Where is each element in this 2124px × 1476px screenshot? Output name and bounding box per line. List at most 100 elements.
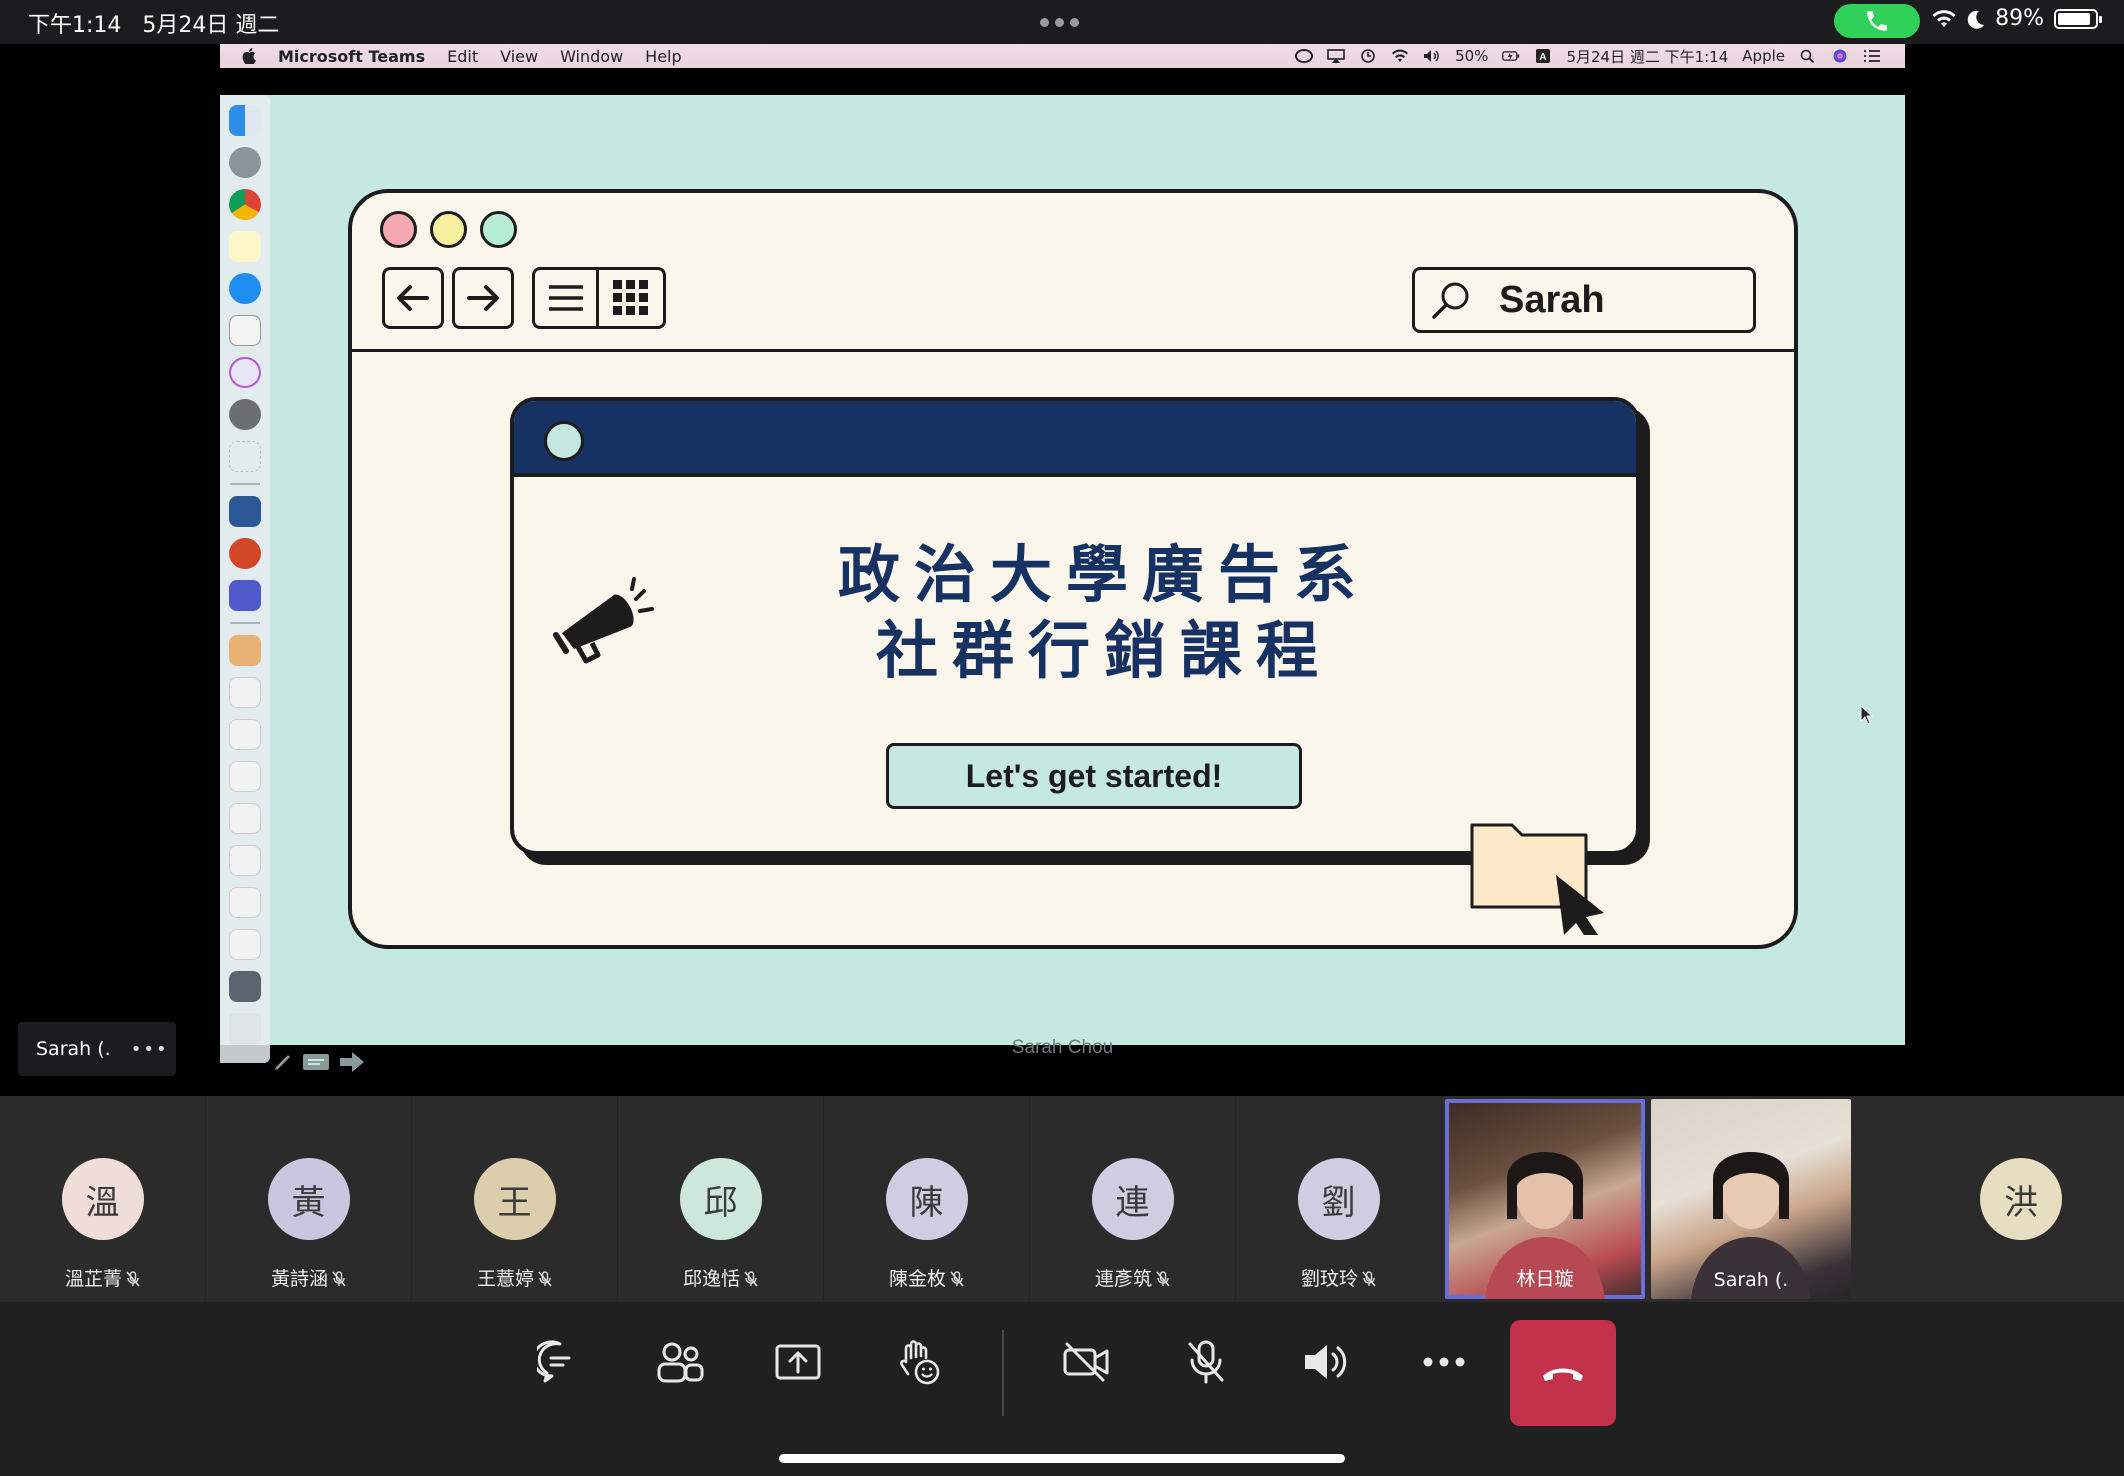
textedit-icon[interactable]: [229, 315, 261, 346]
presenter-name-tag[interactable]: Sarah (. •••: [18, 1022, 176, 1076]
mac-wifi-icon[interactable]: [1391, 49, 1409, 63]
participant-tile[interactable]: 溫溫芷菁: [0, 1096, 206, 1302]
mac-user-name[interactable]: Apple: [1742, 47, 1785, 65]
participant-tile[interactable]: 連連彥筑: [1030, 1096, 1236, 1302]
course-title: 政治大學廣告系 社群行銷課程: [814, 537, 1394, 689]
muted-mic-icon: [1362, 1271, 1376, 1287]
volume-icon[interactable]: [1423, 49, 1441, 63]
forward-arrow-icon: [452, 267, 514, 329]
grid-view-icon: [599, 270, 663, 326]
app-store-icon[interactable]: [229, 273, 261, 304]
participant-avatar: 邱: [679, 1158, 762, 1240]
document-thumbnail-icon[interactable]: [229, 719, 261, 750]
more-actions-button[interactable]: [1404, 1322, 1484, 1402]
chat-button[interactable]: [520, 1322, 600, 1402]
minimize-dot: [430, 211, 467, 248]
window-traffic-lights: [380, 211, 517, 248]
word-icon[interactable]: [229, 496, 261, 527]
notification-center-icon[interactable]: [1863, 49, 1881, 63]
teams-icon[interactable]: [229, 580, 261, 611]
ios-status-bar: 下午1:14 5月24日 週二 89%: [0, 0, 2124, 44]
participant-name: 黃詩涵: [270, 1268, 328, 1290]
participant-tile[interactable]: 陳陳金枚: [824, 1096, 1030, 1302]
participant-name: 劉玟玲: [1300, 1268, 1358, 1290]
menu-help[interactable]: Help: [645, 47, 681, 66]
document-thumbnail-icon[interactable]: [229, 845, 261, 876]
menu-edit[interactable]: Edit: [447, 47, 478, 66]
mac-battery-icon[interactable]: [1502, 49, 1520, 63]
course-title-line1: 政治大學廣告系: [837, 538, 1370, 611]
photo-thumbnail-icon[interactable]: [229, 635, 261, 666]
siri-icon[interactable]: [1831, 49, 1849, 63]
reactions-button[interactable]: [878, 1322, 958, 1402]
menu-app-name[interactable]: Microsoft Teams: [278, 47, 425, 66]
video-tile[interactable]: 林日璇: [1442, 1096, 1648, 1302]
muted-mic-icon: [126, 1271, 140, 1287]
participant-avatar: 洪: [1980, 1158, 2062, 1240]
view-toggle-group: [532, 267, 666, 329]
document-thumbnail-icon[interactable]: [229, 887, 261, 918]
status-date-text: 5月24日 週二: [142, 13, 280, 38]
share-screen-button[interactable]: [758, 1322, 838, 1402]
participant-name-row: 黃詩涵: [206, 1264, 411, 1291]
menu-view[interactable]: View: [500, 47, 538, 66]
mac-menu-bar: Microsoft Teams Edit View Window Help 50…: [220, 44, 1905, 68]
chrome-icon[interactable]: [229, 189, 261, 220]
participant-name: 溫芷菁: [64, 1268, 122, 1290]
mac-datetime[interactable]: 5月24日 週二 下午1:14: [1566, 46, 1728, 67]
title-card: 政治大學廣告系 社群行銷課程 Let's get started!: [510, 397, 1640, 855]
participants-button[interactable]: [640, 1322, 720, 1402]
dock-separator-2: [230, 622, 260, 624]
powerpoint-icon[interactable]: [229, 538, 261, 569]
spotlight-search-icon[interactable]: [1799, 49, 1817, 63]
moon-icon: [1967, 10, 1985, 29]
raise-hand-emoji-icon: [900, 1340, 940, 1385]
battery-icon: [2054, 8, 2102, 29]
camera-toggle-button[interactable]: [1046, 1322, 1126, 1402]
participant-tile[interactable]: 劉劉玟玲: [1236, 1096, 1442, 1302]
creative-cloud-icon[interactable]: [1295, 49, 1314, 63]
apple-logo-icon[interactable]: [242, 48, 256, 64]
menu-window[interactable]: Window: [560, 47, 623, 66]
document-thumbnail-icon[interactable]: [229, 677, 261, 708]
participant-name-row: 連彥筑: [1030, 1264, 1235, 1291]
share-tray-icon: [775, 1344, 821, 1380]
multitasking-dots-icon[interactable]: [1040, 18, 1079, 27]
participant-video: Sarah (.: [1651, 1099, 1851, 1299]
title-card-header: [514, 401, 1636, 477]
photo-thumbnail-icon[interactable]: [229, 971, 261, 1002]
airplay-icon[interactable]: [1327, 49, 1345, 63]
participant-name-row: 陳金枚: [824, 1264, 1029, 1291]
document-thumbnail-icon[interactable]: [229, 929, 261, 960]
participant-tile[interactable]: 洪: [1918, 1096, 2124, 1302]
time-machine-icon[interactable]: [1359, 49, 1377, 63]
participant-tile[interactable]: 邱邱逸恬: [618, 1096, 824, 1302]
itunes-icon[interactable]: [229, 357, 261, 388]
mic-toggle-button[interactable]: [1166, 1322, 1246, 1402]
launchpad-icon[interactable]: [229, 147, 261, 178]
speaker-button[interactable]: [1286, 1322, 1366, 1402]
finder-icon[interactable]: [229, 105, 261, 136]
home-indicator[interactable]: [779, 1454, 1345, 1463]
unknown-app-icon[interactable]: [229, 441, 261, 472]
participant-tile[interactable]: 王王薏婷: [412, 1096, 618, 1302]
notes-icon[interactable]: [229, 231, 261, 262]
ellipsis-icon: [1423, 1357, 1465, 1367]
muted-mic-icon: [1156, 1271, 1170, 1287]
course-title-line2: 社群行銷課程: [875, 614, 1332, 687]
participant-name-row: 邱逸恬: [618, 1264, 823, 1291]
video-tile[interactable]: Sarah (.: [1648, 1096, 1854, 1302]
leave-call-button[interactable]: [1510, 1320, 1616, 1426]
document-thumbnail-icon[interactable]: [229, 761, 261, 792]
system-preferences-icon[interactable]: [229, 399, 261, 430]
participant-video: 林日璇: [1445, 1099, 1645, 1299]
input-source-icon[interactable]: A: [1534, 49, 1552, 63]
back-arrow-icon: [382, 267, 444, 329]
more-options-icon[interactable]: •••: [131, 1039, 169, 1060]
call-indicator[interactable]: [1834, 4, 1920, 38]
video-participant-name: Sarah (.: [1713, 1269, 1789, 1291]
controls-divider: [1002, 1330, 1004, 1416]
document-thumbnail-icon[interactable]: [229, 803, 261, 834]
participant-tile[interactable]: 黃黃詩涵: [206, 1096, 412, 1302]
people-icon: [657, 1342, 704, 1383]
